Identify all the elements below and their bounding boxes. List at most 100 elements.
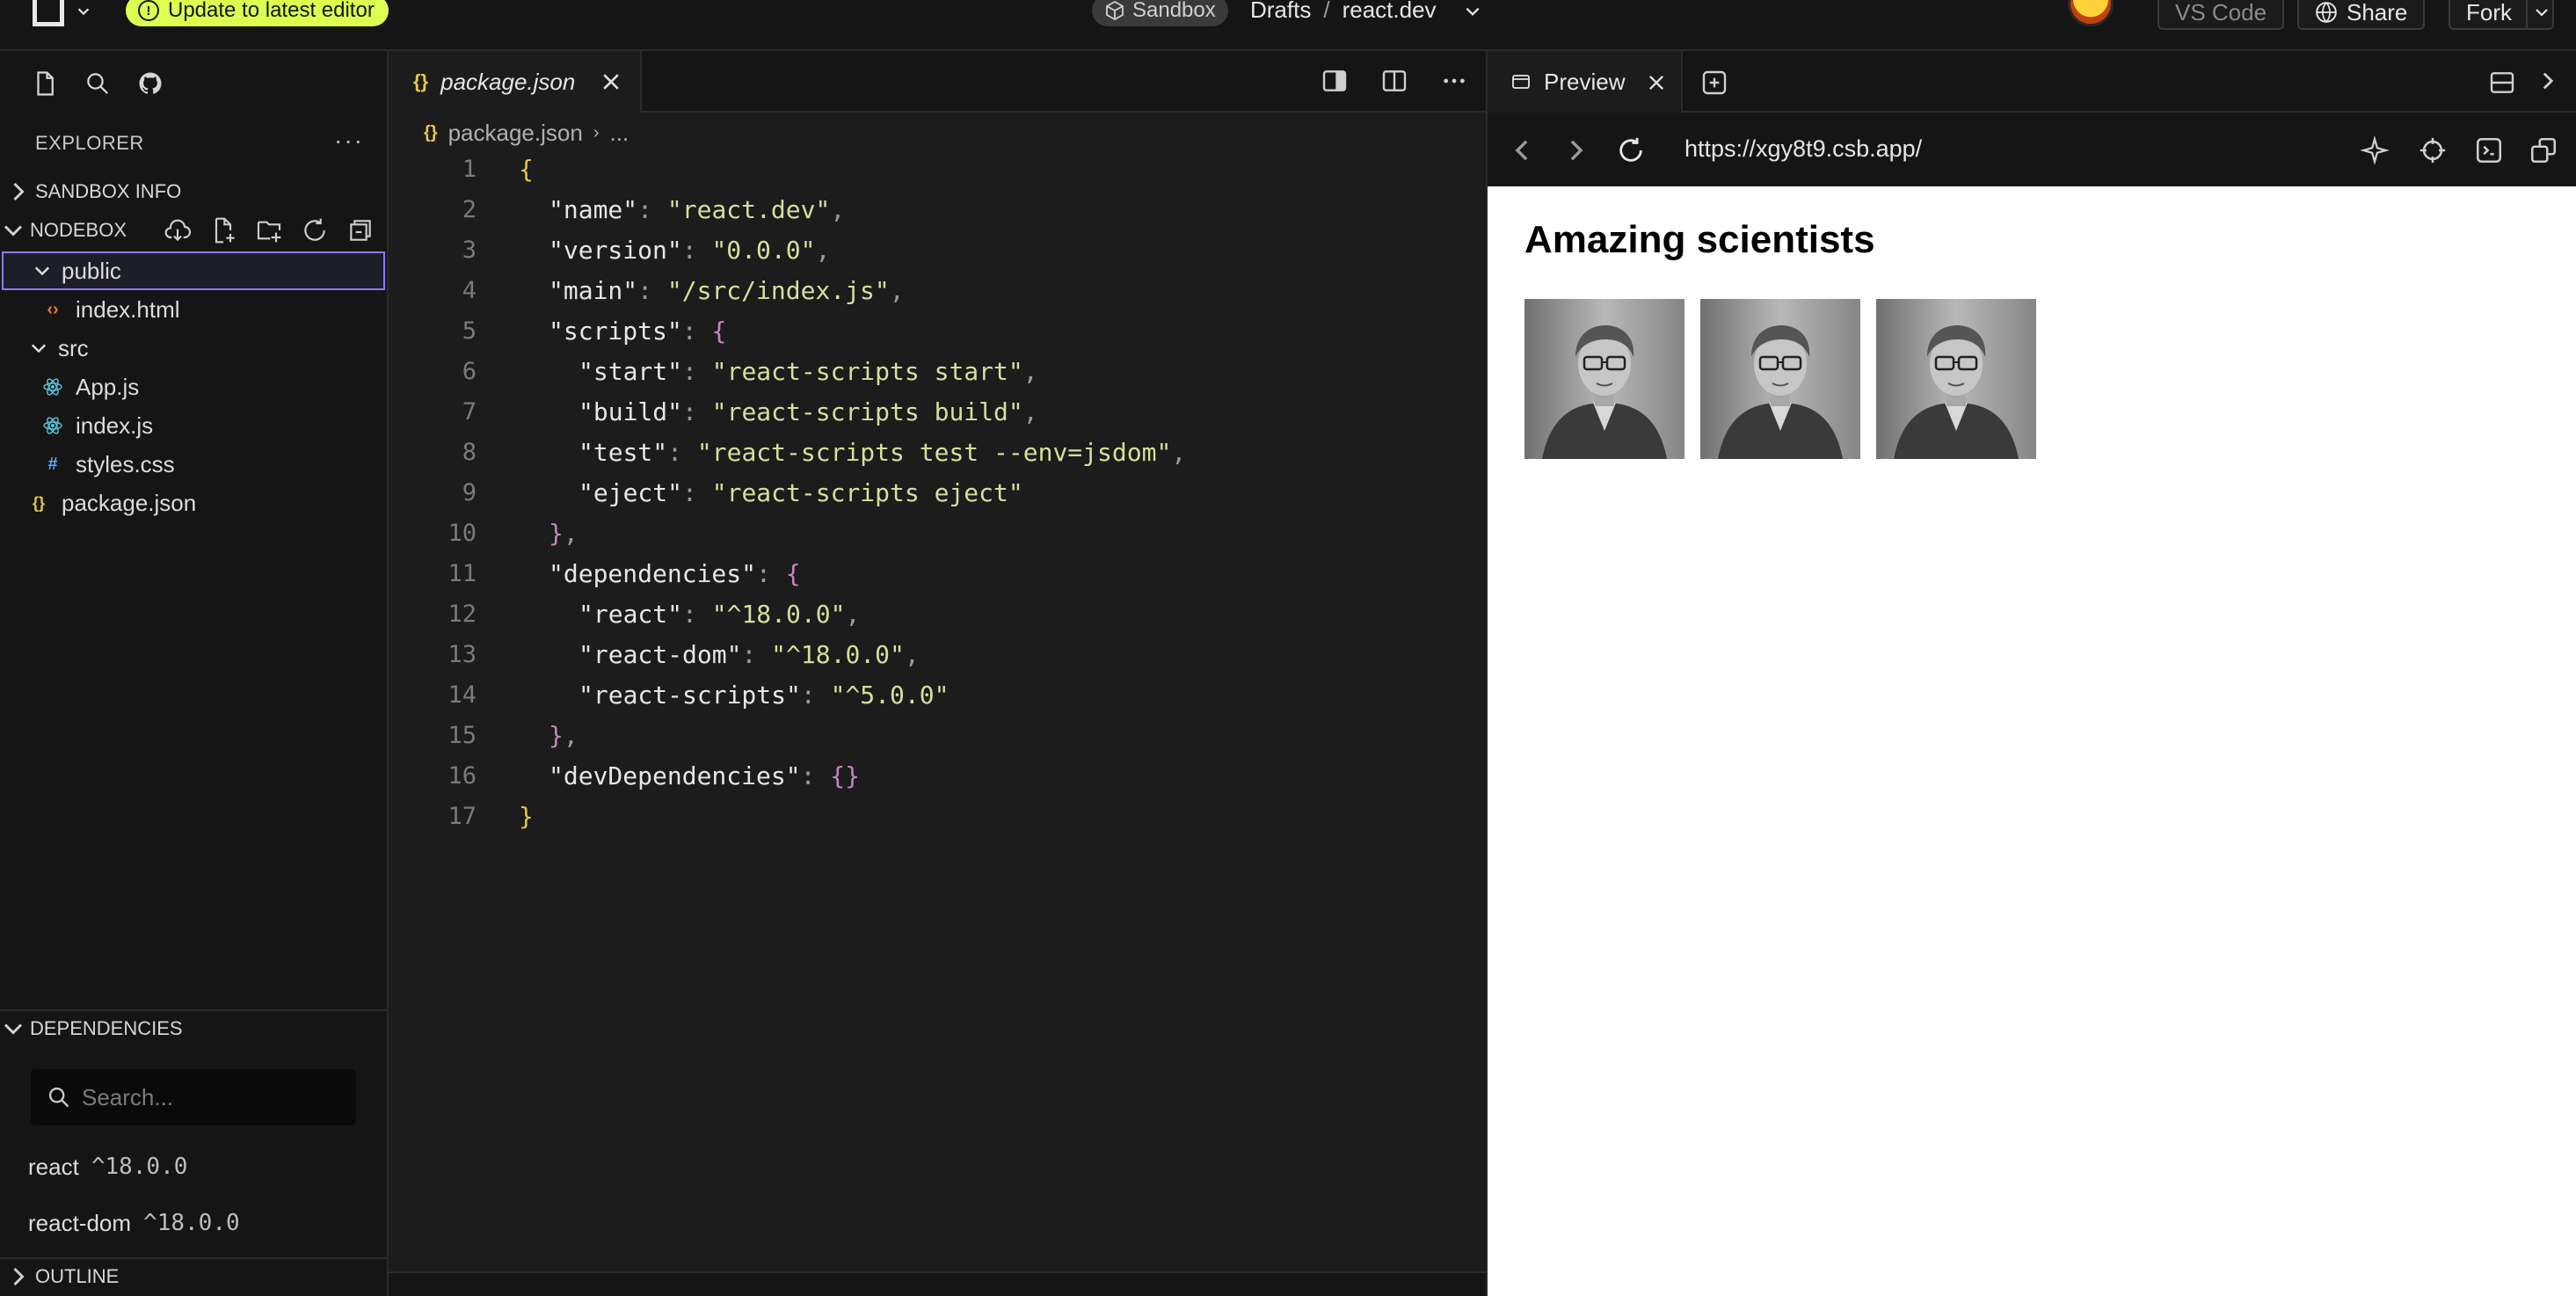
tree-file-index-html[interactable]: ‹› index.html	[0, 290, 387, 329]
new-folder-icon[interactable]	[255, 216, 283, 244]
open-in-new-window-icon[interactable]	[2529, 135, 2558, 165]
line-number: 13	[448, 641, 477, 668]
back-icon[interactable]	[1507, 135, 1537, 165]
code-token: ,	[815, 236, 831, 265]
sparkle-icon[interactable]	[2360, 135, 2390, 165]
line-number: 16	[448, 762, 477, 790]
file-icon[interactable]	[32, 70, 58, 97]
fork-button[interactable]: Fork	[2449, 0, 2554, 30]
code-line: "react": "^18.0.0",	[579, 594, 860, 635]
github-icon[interactable]	[137, 70, 164, 97]
chevron-down-icon[interactable]	[76, 4, 91, 19]
code-token: }	[549, 519, 564, 548]
collapse-all-icon[interactable]	[346, 216, 375, 244]
editor-actions	[1321, 67, 1468, 95]
refresh-icon[interactable]	[1616, 135, 1646, 165]
dependency-search[interactable]	[31, 1069, 356, 1125]
dependency-item[interactable]: react-dom ^18.0.0	[28, 1210, 240, 1237]
code-line: },	[549, 513, 579, 554]
breadcrumb-file[interactable]: package.json	[448, 120, 583, 147]
toggle-sidebar-icon[interactable]	[1321, 67, 1349, 95]
tree-label: package.json	[62, 489, 197, 516]
code-token: ,	[830, 195, 846, 224]
breadcrumb-more[interactable]: ...	[609, 120, 629, 147]
code-token: "^5.0.0"	[830, 681, 950, 710]
react-icon	[43, 378, 62, 396]
close-icon[interactable]	[600, 70, 622, 93]
sandbox-label: Sandbox	[1132, 0, 1216, 22]
tree-file-index-js[interactable]: index.js	[0, 406, 387, 445]
share-button[interactable]: Share	[2297, 0, 2426, 30]
dependencies-section[interactable]: DEPENDENCIES	[0, 1011, 387, 1046]
tree-folder-public[interactable]: public	[2, 251, 385, 290]
chevron-right-icon[interactable]	[2536, 69, 2560, 93]
scientist-image	[1876, 299, 2036, 459]
split-editor-icon[interactable]	[1380, 67, 1408, 95]
breadcrumb-drafts[interactable]: Drafts	[1250, 0, 1311, 24]
chevron-down-icon	[4, 225, 23, 237]
open-in-vscode-button[interactable]: VS Code	[2158, 0, 2285, 30]
code-token: :	[681, 317, 712, 346]
cloud-download-icon[interactable]	[164, 216, 192, 244]
breadcrumb-sandbox-name[interactable]: react.dev	[1343, 0, 1437, 24]
code-line: "eject": "react-scripts eject"	[579, 473, 1023, 513]
dependency-search-input[interactable]	[82, 1083, 346, 1111]
refresh-icon[interactable]	[301, 216, 329, 244]
breadcrumb-separator: /	[1323, 0, 1330, 23]
console-icon[interactable]	[2474, 135, 2504, 165]
code-token: "scripts"	[549, 317, 682, 346]
new-file-icon[interactable]	[209, 216, 237, 244]
tree-file-app-js[interactable]: App.js	[0, 368, 387, 406]
code-token: ,	[1022, 357, 1038, 386]
code-editor: {} package.json {} package.json › ... 12…	[389, 51, 1486, 1296]
code-token: :	[756, 559, 786, 588]
code-token: "name"	[549, 195, 638, 224]
editor-status-strip	[389, 1271, 1486, 1296]
tree-file-package-json[interactable]: {} package.json	[0, 484, 387, 522]
tree-label: App.js	[76, 373, 140, 400]
chevron-down-icon	[31, 344, 47, 353]
tab-label: package.json	[440, 68, 576, 95]
portrait-illustration	[1524, 299, 1685, 459]
line-number: 10	[448, 520, 477, 547]
code-line: "devDependencies": {}	[549, 756, 860, 797]
close-icon[interactable]	[1646, 72, 1667, 93]
more-actions-icon[interactable]	[1440, 67, 1468, 95]
tree-file-styles-css[interactable]: # styles.css	[0, 445, 387, 484]
code-line: "name": "react.dev",	[549, 190, 845, 230]
update-editor-label: Update to latest editor	[168, 0, 375, 22]
code-token: :	[682, 478, 712, 507]
tree-folder-src[interactable]: src	[0, 329, 387, 368]
sandbox-info-section[interactable]: SANDBOX INFO	[0, 174, 387, 209]
tree-label: public	[62, 257, 121, 284]
sandbox-badge[interactable]: Sandbox	[1092, 0, 1228, 26]
tree-label: src	[58, 334, 89, 361]
breadcrumb: Drafts / react.dev	[1250, 0, 1437, 24]
scientist-image	[1700, 299, 1860, 459]
code-token: "version"	[549, 236, 682, 265]
codesandbox-logo-icon[interactable]	[33, 0, 64, 26]
chevron-down-icon[interactable]	[1463, 2, 1482, 21]
avatar[interactable]	[2068, 0, 2114, 26]
chevron-right-icon	[13, 182, 25, 201]
outline-section[interactable]: OUTLINE	[0, 1259, 387, 1294]
json-file-icon: {}	[424, 123, 438, 142]
nodebox-section[interactable]: NODEBOX	[0, 213, 387, 248]
crosshair-icon[interactable]	[2418, 135, 2448, 165]
add-tab-icon[interactable]	[1700, 69, 1728, 97]
chevron-down-icon[interactable]	[2533, 4, 2551, 21]
json-file-icon: {}	[32, 493, 45, 512]
forward-icon[interactable]	[1561, 135, 1591, 165]
nodebox-actions	[164, 213, 375, 248]
code-token: "react-scripts build"	[711, 397, 1023, 426]
url-input[interactable]: https://xgy8t9.csb.app/	[1685, 135, 1922, 163]
explorer-more-button[interactable]: ···	[334, 127, 364, 155]
code-token: :	[637, 276, 667, 305]
portrait-illustration	[1700, 299, 1860, 459]
update-editor-button[interactable]: ! Update to latest editor	[126, 0, 389, 26]
code-token: ,	[845, 600, 861, 629]
layout-icon[interactable]	[2488, 69, 2516, 97]
search-icon[interactable]	[84, 70, 111, 97]
tree-label: index.html	[76, 295, 180, 323]
dependency-item[interactable]: react ^18.0.0	[28, 1154, 187, 1181]
